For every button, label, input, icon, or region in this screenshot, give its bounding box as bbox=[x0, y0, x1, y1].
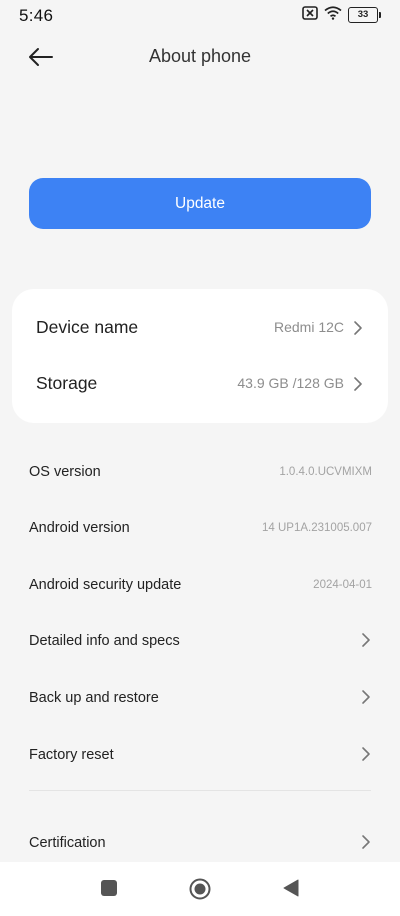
security-update-row[interactable]: Android security update 2024-04-01 bbox=[0, 557, 400, 613]
chevron-right-icon bbox=[354, 377, 362, 391]
chevron-right-icon bbox=[362, 835, 370, 849]
header: About phone bbox=[0, 36, 400, 76]
navigation-bar bbox=[0, 862, 400, 916]
chevron-right-icon bbox=[362, 690, 370, 704]
device-name-label: Device name bbox=[36, 317, 139, 337]
chevron-right-icon bbox=[354, 321, 362, 335]
back-triangle-icon[interactable] bbox=[282, 879, 300, 902]
recents-square-icon[interactable] bbox=[100, 879, 118, 902]
page-title: About phone bbox=[148, 46, 252, 66]
storage-value: 43.9 GB /128 GB bbox=[237, 375, 344, 391]
backup-restore-label: Back up and restore bbox=[29, 690, 159, 706]
security-update-value: 2024-04-01 bbox=[313, 579, 372, 591]
wifi-icon bbox=[324, 5, 342, 25]
device-name-value: Redmi 12C bbox=[273, 319, 344, 335]
status-time: 5:46 bbox=[19, 6, 54, 25]
storage-row[interactable]: Storage 43.9 GB /128 GB bbox=[12, 356, 388, 412]
device-card: Device name Redmi 12C Storage 43.9 GB /1… bbox=[12, 289, 388, 423]
certification-label: Certification bbox=[29, 835, 106, 851]
android-version-value: 14 UP1A.231005.007 bbox=[262, 522, 372, 534]
backup-restore-row[interactable]: Back up and restore bbox=[0, 670, 400, 726]
os-version-label: OS version bbox=[29, 464, 101, 480]
update-button[interactable]: Update bbox=[29, 178, 371, 229]
android-version-row[interactable]: Android version 14 UP1A.231005.007 bbox=[0, 500, 400, 556]
chevron-right-icon bbox=[362, 747, 370, 761]
factory-reset-row[interactable]: Factory reset bbox=[0, 727, 400, 783]
battery-icon: 33 bbox=[348, 7, 381, 23]
android-version-label: Android version bbox=[29, 520, 130, 536]
divider bbox=[29, 790, 371, 791]
os-version-row[interactable]: OS version 1.0.4.0.UCVMIXM bbox=[0, 444, 400, 500]
no-sim-icon bbox=[302, 5, 318, 25]
device-name-row[interactable]: Device name Redmi 12C bbox=[12, 300, 388, 356]
security-update-label: Android security update bbox=[29, 577, 182, 593]
storage-label: Storage bbox=[36, 373, 98, 393]
os-version-value: 1.0.4.0.UCVMIXM bbox=[279, 466, 372, 478]
factory-reset-label: Factory reset bbox=[29, 747, 114, 763]
detailed-info-row[interactable]: Detailed info and specs bbox=[0, 613, 400, 669]
detailed-info-label: Detailed info and specs bbox=[29, 633, 180, 649]
chevron-right-icon bbox=[362, 633, 370, 647]
status-bar: 5:46 33 bbox=[0, 0, 400, 30]
status-icons: 33 bbox=[302, 5, 381, 25]
home-circle-icon[interactable] bbox=[189, 878, 211, 905]
